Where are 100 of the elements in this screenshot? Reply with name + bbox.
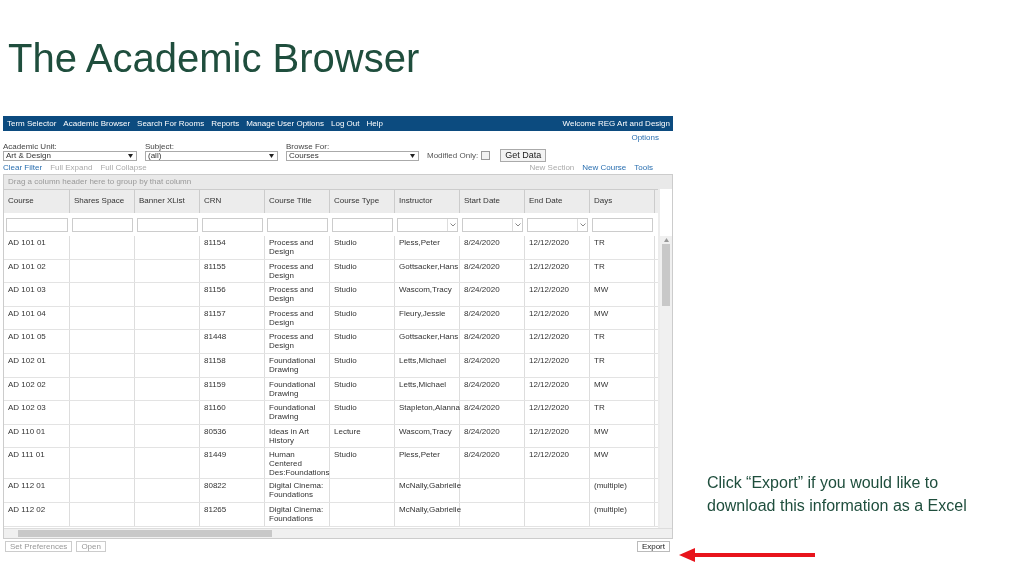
chevron-down-icon — [512, 218, 522, 231]
filter-dropdown[interactable] — [397, 217, 458, 232]
nav-link[interactable]: Academic Browser — [63, 118, 131, 129]
table-cell: Studio — [330, 448, 395, 479]
table-cell: TR — [590, 236, 655, 259]
filter-field[interactable] — [202, 217, 263, 232]
table-cell: Studio — [330, 306, 395, 330]
filter-dropdown[interactable] — [527, 217, 588, 232]
toolbar-link[interactable]: Clear Filter — [3, 163, 43, 173]
options-link[interactable]: Options — [631, 133, 659, 143]
table-cell: Process and Design — [265, 259, 330, 283]
column-header[interactable]: Course Title — [265, 190, 330, 213]
table-cell: 12/12/2020 — [525, 377, 590, 401]
scroll-up-icon[interactable] — [663, 238, 669, 242]
welcome-text: Welcome REG Art and Design — [562, 118, 670, 129]
filter-field[interactable] — [137, 217, 198, 232]
table-cell: McNally,Gabrielle — [395, 502, 460, 526]
table-cell: AD 112 01 — [4, 479, 70, 502]
nav-link[interactable]: Search For Rooms — [137, 118, 205, 129]
dropdown-caret-icon — [410, 154, 415, 158]
table-cell: Lecture — [330, 424, 395, 448]
table-cell: McNally,Gabrielle — [395, 479, 460, 502]
table-cell: AD 101 04 — [4, 306, 70, 330]
table-cell: 8/24/2020 — [460, 448, 525, 479]
column-header[interactable]: CRN — [200, 190, 265, 213]
nav-link[interactable]: Log Out — [331, 118, 360, 129]
group-hint-text: Drag a column header here to group by that column — [8, 177, 192, 187]
table-cell: 12/12/2020 — [525, 236, 590, 259]
scrollbar-thumb[interactable] — [662, 244, 670, 306]
table-cell: AD 101 02 — [4, 259, 70, 283]
checkbox[interactable] — [481, 151, 491, 160]
table-cell: 81156 — [200, 283, 265, 306]
table-cell: AD 101 05 — [4, 330, 70, 353]
table-cell: Pless,Peter — [395, 236, 460, 259]
column-header[interactable]: End Date — [525, 190, 590, 213]
nav-link[interactable]: Help — [366, 118, 383, 129]
column-header[interactable]: Days — [590, 190, 655, 213]
table-cell: Wascom,Tracy — [395, 424, 460, 448]
table-cell: Studio — [330, 259, 395, 283]
table-cell: 8/24/2020 — [460, 401, 525, 424]
table-cell: 8/24/2020 — [460, 259, 525, 283]
table-cell: Studio — [330, 236, 395, 259]
table-cell: 81158 — [200, 353, 265, 377]
filter-field[interactable] — [267, 217, 328, 232]
dropdown-caret-icon — [128, 154, 133, 158]
table-cell: AD 112 02 — [4, 502, 70, 526]
table-cell: 8/24/2020 — [460, 236, 525, 259]
table-cell: TR — [590, 353, 655, 377]
nav-link[interactable]: Reports — [211, 118, 240, 129]
table-cell: 12/12/2020 — [525, 424, 590, 448]
table-cell: 8/24/2020 — [460, 306, 525, 330]
field-label: Subject: — [145, 141, 175, 151]
export-button[interactable]: Export — [636, 541, 670, 552]
dropdown[interactable]: Art & Design — [3, 151, 137, 161]
nav-link[interactable]: Term Selector — [7, 118, 57, 129]
table-cell: 12/12/2020 — [525, 401, 590, 424]
scrollbar-thumb[interactable] — [18, 530, 272, 537]
column-header[interactable]: Banner XList — [135, 190, 200, 213]
modified-only-label: Modified Only: — [427, 150, 479, 161]
field-label: Academic Unit: — [3, 141, 58, 151]
field-label: Browse For: — [286, 141, 331, 151]
table-cell: Ideas in Art History — [265, 424, 330, 448]
table-cell: Studio — [330, 401, 395, 424]
nav-link[interactable]: Manage User Options — [246, 118, 325, 129]
table-cell: 12/12/2020 — [525, 353, 590, 377]
filter-dropdown[interactable] — [462, 217, 523, 232]
column-header[interactable]: Course Type — [330, 190, 395, 213]
table-cell: Letts,Michael — [395, 353, 460, 377]
table-cell: Pless,Peter — [395, 448, 460, 479]
filter-field[interactable] — [72, 217, 133, 232]
table-cell: 81448 — [200, 330, 265, 353]
table-cell: 8/24/2020 — [460, 377, 525, 401]
filter-field[interactable] — [6, 217, 68, 232]
table-cell: TR — [590, 330, 655, 353]
dropdown[interactable]: (all) — [145, 151, 278, 161]
horizontal-scrollbar[interactable] — [4, 528, 672, 538]
table-cell: Human Centered Des:Foundations — [265, 448, 330, 479]
column-header[interactable]: Instructor — [395, 190, 460, 213]
filter-field[interactable] — [332, 217, 393, 232]
column-header[interactable]: Shares Space — [70, 190, 135, 213]
table-cell: AD 102 02 — [4, 377, 70, 401]
filter-field[interactable] — [592, 217, 653, 232]
vertical-scrollbar[interactable] — [660, 236, 672, 528]
dropdown[interactable]: Courses — [286, 151, 419, 161]
toolbar-link[interactable]: New Course — [582, 163, 627, 173]
table-cell: MW — [590, 377, 655, 401]
table-cell: AD 110 01 — [4, 424, 70, 448]
table-cell: Wascom,Tracy — [395, 283, 460, 306]
table-cell: MW — [590, 424, 655, 448]
get-data-button[interactable]: Get Data — [500, 149, 547, 162]
table-cell: AD 101 03 — [4, 283, 70, 306]
table-cell: Studio — [330, 377, 395, 401]
table-cell: Foundational Drawing — [265, 401, 330, 424]
arrow-icon — [679, 548, 815, 562]
toolbar-link[interactable]: Tools — [634, 163, 653, 173]
column-header[interactable]: Course — [4, 190, 70, 213]
table-cell: 8/24/2020 — [460, 353, 525, 377]
chevron-down-icon — [577, 218, 587, 231]
column-header[interactable]: Start Date — [460, 190, 525, 213]
table-cell: (multiple) — [590, 502, 655, 526]
